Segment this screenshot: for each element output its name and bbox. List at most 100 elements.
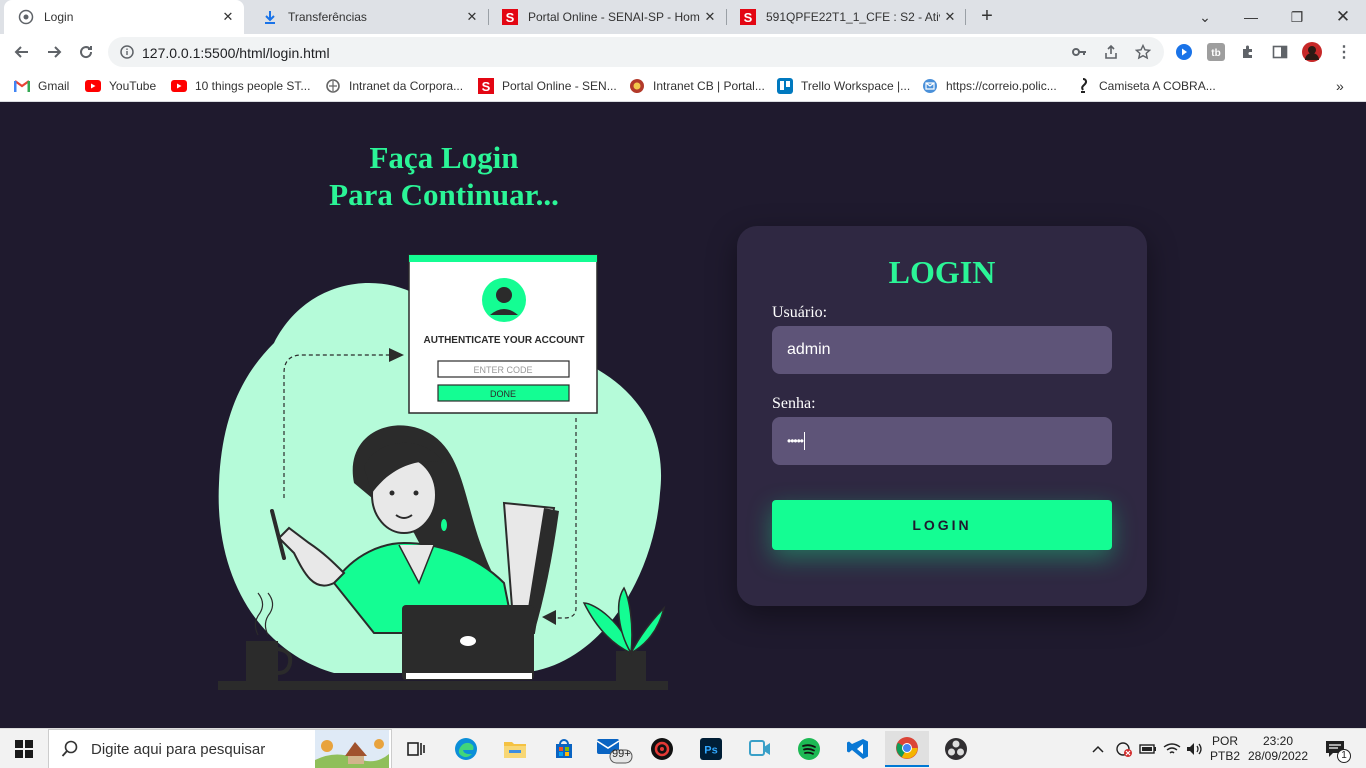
tab-atividade[interactable]: S 591QPFE22T1_1_CFE : S2 - Ativid ✕ — [726, 0, 966, 34]
photoshop-icon: Ps — [700, 738, 722, 760]
svg-text:tb: tb — [1211, 48, 1220, 59]
bookmark-trello[interactable]: Trello Workspace |... — [777, 76, 910, 96]
close-window-button[interactable]: ✕ — [1320, 0, 1366, 34]
spotify-button[interactable] — [787, 731, 831, 767]
clock-time: 23:20 — [1262, 734, 1294, 748]
tray-clock[interactable]: 23:20 28/09/2022 — [1246, 729, 1310, 768]
bookmark-correio[interactable]: https://correio.polic... — [922, 76, 1057, 96]
reload-icon — [80, 46, 93, 59]
share-icon[interactable] — [1102, 43, 1120, 61]
headline-line-1: Faça Login — [369, 140, 519, 175]
file-explorer-button[interactable] — [493, 731, 537, 767]
minimize-button[interactable]: ― — [1228, 0, 1274, 34]
bookmarks-bar: Gmail YouTube 10 things people ST... Int… — [0, 70, 1366, 102]
reload-button[interactable] — [74, 40, 98, 64]
cobra-icon — [1075, 78, 1091, 94]
close-icon[interactable]: ✕ — [218, 9, 238, 25]
menu-kebab-icon[interactable]: ⋮ — [1334, 42, 1354, 62]
back-button[interactable] — [10, 40, 34, 64]
windows-icon — [15, 740, 33, 758]
video-app-button[interactable] — [738, 731, 782, 767]
password-input[interactable]: ••••• — [772, 417, 1112, 465]
extension-tb-icon[interactable]: tb — [1206, 42, 1226, 62]
tab-title: 591QPFE22T1_1_CFE : S2 - Ativid — [766, 10, 940, 24]
new-tab-button[interactable]: + — [976, 6, 998, 28]
arrow-left-icon — [14, 46, 28, 58]
edge-button[interactable] — [444, 731, 488, 767]
bookmark-label: Camiseta A COBRA... — [1099, 79, 1216, 93]
task-view-button[interactable] — [394, 731, 438, 767]
key-icon[interactable] — [1070, 43, 1088, 61]
clock-date: 28/09/2022 — [1247, 749, 1309, 763]
vscode-button[interactable] — [836, 731, 880, 767]
tray-battery-icon[interactable] — [1137, 729, 1159, 768]
page-title: Faça Login Para Continuar... — [214, 139, 674, 213]
restore-button[interactable]: ❐ — [1274, 0, 1320, 34]
close-icon[interactable]: ✕ — [700, 9, 720, 25]
side-panel-icon[interactable] — [1270, 42, 1290, 62]
store-button[interactable] — [542, 731, 586, 767]
url-text: 127.0.0.1:5500/html/login.html — [142, 45, 330, 61]
svg-text:S: S — [482, 79, 491, 94]
intranet-icon — [325, 78, 341, 94]
address-bar[interactable]: 127.0.0.1:5500/html/login.html — [108, 37, 1164, 67]
password-value: ••••• — [787, 434, 804, 448]
bookmark-label: Portal Online - SEN... — [502, 79, 617, 93]
tab-strip: Login ✕ Transferências ✕ S Portal Online… — [0, 0, 1366, 34]
browser-toolbar: 127.0.0.1:5500/html/login.html tb ⋮ — [0, 34, 1366, 70]
bookmark-label: 10 things people ST... — [195, 79, 311, 93]
vscode-icon — [847, 739, 868, 759]
illustration-code-placeholder: ENTER CODE — [473, 365, 532, 375]
mail-icon — [922, 78, 938, 94]
tray-volume-icon[interactable] — [1184, 729, 1206, 768]
svg-text:Ps: Ps — [704, 745, 717, 757]
bookmark-youtube[interactable]: YouTube — [85, 76, 156, 96]
edge-icon — [455, 738, 477, 760]
senai-icon: S — [478, 78, 494, 94]
extension-play-icon[interactable] — [1174, 42, 1194, 62]
app-red-button[interactable] — [640, 731, 684, 767]
chrome-button[interactable] — [885, 731, 929, 767]
headline-line-2: Para Continuar... — [329, 177, 559, 212]
close-icon[interactable]: ✕ — [462, 9, 482, 25]
forward-button[interactable] — [42, 40, 66, 64]
mail-button[interactable]: 99+ — [591, 731, 635, 767]
bookmark-10-things[interactable]: 10 things people ST... — [171, 76, 310, 96]
star-icon[interactable] — [1134, 43, 1152, 61]
close-icon[interactable]: ✕ — [940, 9, 960, 25]
taskbar-search-input[interactable]: Digite aqui para pesquisar — [48, 729, 392, 768]
bookmark-label: YouTube — [109, 79, 157, 93]
puzzle-icon[interactable] — [1238, 42, 1258, 62]
login-button[interactable]: LOGIN — [772, 500, 1112, 550]
tab-search-chevron-icon[interactable]: ⌄ — [1182, 0, 1228, 34]
tray-cloud-icon[interactable] — [1112, 729, 1136, 768]
login-card: LOGIN Usuário: admin Senha: ••••• LOGIN — [737, 226, 1147, 606]
bookmark-portal-senai[interactable]: S Portal Online - SEN... — [478, 76, 617, 96]
text-caret — [804, 432, 806, 450]
bookmark-camiseta[interactable]: Camiseta A COBRA... — [1075, 76, 1216, 96]
site-info-icon[interactable] — [118, 43, 136, 61]
bookmarks-overflow-icon[interactable]: » — [1336, 76, 1344, 96]
tab-divider — [965, 9, 966, 25]
notification-center-button[interactable]: 1 — [1320, 729, 1351, 768]
windows-start-button[interactable] — [0, 729, 48, 768]
avatar[interactable] — [1302, 42, 1322, 62]
tab-portal-senai[interactable]: S Portal Online - SENAI-SP - Home ✕ — [488, 0, 726, 34]
chrome-icon — [896, 737, 918, 759]
tab-transferencias[interactable]: Transferências ✕ — [248, 0, 488, 34]
tray-wifi-icon[interactable] — [1161, 729, 1183, 768]
globe-icon — [18, 9, 34, 25]
bookmark-intranet-cb[interactable]: Intranet CB | Portal... — [629, 76, 765, 96]
photoshop-button[interactable]: Ps — [689, 731, 733, 767]
illustration-done-label: DONE — [490, 389, 516, 399]
obs-button[interactable] — [934, 731, 978, 767]
tray-overflow-icon[interactable] — [1088, 729, 1108, 768]
tab-login[interactable]: Login ✕ — [4, 0, 244, 34]
video-call-icon — [749, 740, 770, 756]
folder-icon — [504, 742, 526, 758]
bookmark-intranet-corporacao[interactable]: Intranet da Corpora... — [325, 76, 463, 96]
bookmark-gmail[interactable]: Gmail — [14, 76, 69, 96]
tray-language[interactable]: POR PTB2 — [1206, 729, 1244, 768]
tab-title: Login — [44, 10, 74, 24]
user-input[interactable]: admin — [772, 326, 1112, 374]
